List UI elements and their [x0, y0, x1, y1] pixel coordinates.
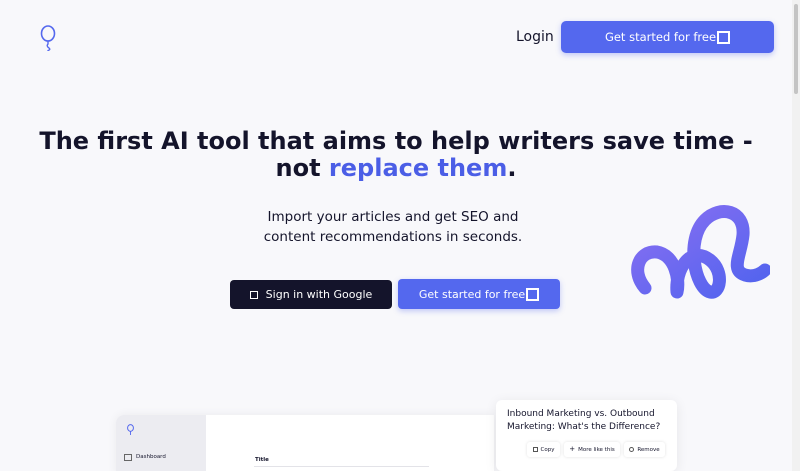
decorative-swirl-graphic [631, 205, 770, 299]
sign-in-google-button[interactable]: Sign in with Google [230, 280, 392, 309]
title-field-label: Title [255, 457, 269, 463]
get-started-header-label: Get started for free [604, 30, 717, 44]
box-glyph-icon [526, 287, 540, 301]
app-preview: Dashboard Title [116, 415, 494, 471]
plus-icon: + [569, 445, 576, 453]
copy-label: Copy [540, 446, 555, 453]
copy-button[interactable]: Copy [527, 442, 560, 457]
login-link[interactable]: Login [516, 29, 554, 45]
balloon-logo-icon[interactable] [38, 25, 58, 51]
box-glyph-icon [717, 30, 731, 44]
app-sidebar: Dashboard [116, 415, 206, 471]
balloon-logo-small-icon [127, 424, 134, 435]
suggestion-card-title: Inbound Marketing vs. Outbound Marketing… [507, 409, 661, 432]
scrollbar-thumb[interactable] [794, 4, 798, 94]
headline-not: not [275, 154, 329, 182]
get-started-header-button[interactable]: Get started for free [561, 21, 774, 53]
hero-headline-line2: not replace them. [0, 154, 792, 182]
more-like-this-button[interactable]: + More like this [564, 442, 620, 457]
sign-in-google-label: Sign in with Google [265, 288, 373, 301]
more-like-this-label: More like this [578, 446, 615, 453]
get-started-hero-label: Get started for free [418, 287, 526, 301]
dashboard-icon [124, 454, 132, 461]
remove-label: Remove [637, 446, 660, 453]
headline-period: . [507, 154, 517, 182]
headline-accent: replace them [328, 154, 508, 182]
remove-button[interactable]: Remove [624, 442, 665, 457]
remove-icon [629, 447, 635, 452]
copy-icon [532, 447, 538, 452]
google-icon [249, 290, 258, 299]
suggestion-card: Inbound Marketing vs. Outbound Marketing… [496, 400, 677, 471]
hero-headline-line1: The first AI tool that aims to help writ… [39, 127, 753, 155]
get-started-hero-button[interactable]: Get started for free [398, 279, 560, 309]
title-field-input[interactable] [254, 466, 429, 467]
sidebar-item-dashboard[interactable]: Dashboard [136, 454, 166, 460]
